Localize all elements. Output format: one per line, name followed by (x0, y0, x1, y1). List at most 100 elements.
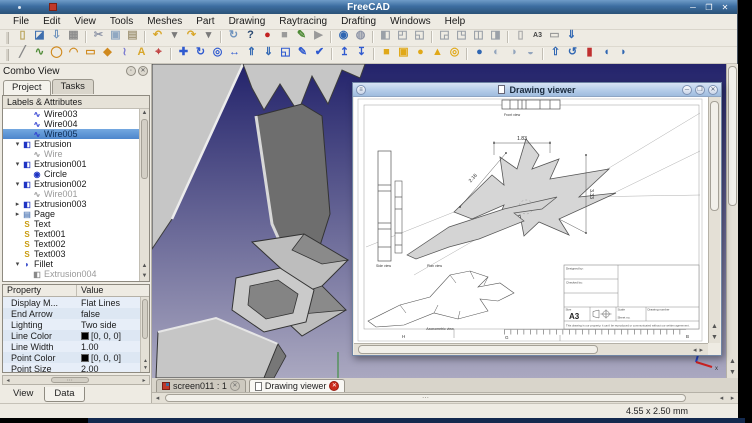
redo-icon[interactable]: ↷ (183, 28, 200, 43)
mdi-vscroll-thumb[interactable] (728, 66, 737, 206)
tree-item-extrusion002[interactable]: ▾◧Extrusion002 (3, 179, 139, 189)
window-menu-icon[interactable]: ≡ (356, 85, 366, 95)
tree-item-wire001[interactable]: ∿Wire001 (3, 189, 139, 199)
value-column-header[interactable]: Value (77, 285, 103, 296)
tab-close-icon[interactable]: ✕ (230, 381, 240, 391)
toolbar-grip[interactable] (6, 32, 9, 44)
maximize-button[interactable]: ❐ (695, 85, 705, 95)
property-row[interactable]: Point Size2.00 (3, 363, 140, 372)
draft-text-icon[interactable]: A (133, 45, 150, 60)
tree-scrollbar[interactable]: ▲ ▲ ▼ (139, 109, 149, 281)
tab-tasks[interactable]: Tasks (52, 79, 94, 94)
tree-item-text002[interactable]: SText002 (3, 239, 139, 249)
expander-icon[interactable]: ▸ (13, 210, 22, 218)
tree-item-wire003[interactable]: ∿Wire003 (3, 109, 139, 119)
close-button[interactable]: ✕ (708, 85, 718, 95)
view-rear-icon[interactable]: ◳ (453, 28, 470, 43)
scroll-left-icon[interactable]: ◂ (716, 394, 727, 402)
scroll-left-icon[interactable]: ◂ (3, 377, 13, 384)
refresh-icon[interactable]: ↻ (225, 28, 242, 43)
toolbar-grip[interactable] (6, 49, 9, 61)
cut-icon[interactable]: ✂ (90, 28, 107, 43)
tab-data[interactable]: Data (44, 387, 84, 402)
view-top-icon[interactable]: ◱ (411, 28, 428, 43)
paste-icon[interactable]: ▤ (124, 28, 141, 43)
tree-item-page[interactable]: ▸▤Page (3, 209, 139, 219)
export-page-icon[interactable]: ⇓ (563, 28, 580, 43)
drawing-sheet[interactable]: Front view (354, 97, 708, 343)
part-box-icon[interactable]: ■ (378, 45, 395, 60)
mdi-tab-screen011-1[interactable]: screen011 : 1✕ (156, 379, 246, 392)
expander-icon[interactable]: ▾ (13, 140, 22, 148)
print-icon[interactable]: ▦ (65, 28, 82, 43)
part-sphere-icon[interactable]: ● (412, 45, 429, 60)
part-cube-icon[interactable]: ▣ (395, 45, 412, 60)
part-common-icon[interactable]: ◐ (488, 45, 505, 60)
macro-record-icon[interactable]: ● (259, 28, 276, 43)
property-row[interactable]: Line Width1.00 (3, 341, 140, 352)
mdi-vscrollbar[interactable]: ▲ ▼ (726, 64, 738, 378)
part-cone-icon[interactable]: ▲ (429, 45, 446, 60)
view-axonometric-icon[interactable]: ◧ (377, 28, 394, 43)
tree-scroll-thumb[interactable] (141, 119, 148, 179)
part-section-icon[interactable]: ◒ (522, 45, 539, 60)
scroll-down-icon[interactable]: ▼ (727, 367, 738, 378)
scroll-down-icon[interactable]: ▼ (709, 332, 720, 343)
draft-move-icon[interactable]: ✚ (175, 45, 192, 60)
tab-close-icon[interactable]: ✕ (329, 381, 339, 391)
hscroll-thumb[interactable]: ⋯ (51, 377, 89, 383)
property-row[interactable]: Point Color[0, 0, 0] (3, 352, 140, 363)
property-scrollbar[interactable]: ▲▼ (140, 297, 149, 372)
macro-play-icon[interactable]: ▶ (310, 28, 327, 43)
whats-this-icon[interactable]: ? (242, 28, 259, 43)
draft-polygon-icon[interactable]: ◆ (99, 45, 116, 60)
part-extrude-icon[interactable]: ⇧ (547, 45, 564, 60)
title-bar[interactable]: FreeCAD ─ ❐ ✕ (0, 0, 737, 14)
property-hscrollbar[interactable]: ◂ ⋯ ▸ (2, 375, 150, 385)
property-value[interactable]: Two side (77, 320, 117, 330)
draft-offset-icon[interactable]: ◎ (209, 45, 226, 60)
open-file-icon[interactable]: ◪ (31, 28, 48, 43)
part-revolve-icon[interactable]: ↺ (564, 45, 581, 60)
draft-wire-icon[interactable]: ∿ (31, 45, 48, 60)
scroll-left-right-icons[interactable]: ◂▸ (693, 346, 706, 354)
view-front-icon[interactable]: ◰ (394, 28, 411, 43)
scroll-up-icon[interactable]: ▲ (709, 321, 720, 332)
zoom-fit-all-icon[interactable]: ◉ (335, 28, 352, 43)
mdi-hscrollbar[interactable]: ◂ ⋯ ◂ ▸ (152, 392, 738, 403)
property-value[interactable]: 2.00 (77, 364, 99, 373)
expander-icon[interactable]: ▾ (13, 180, 22, 188)
scroll-left-icon[interactable]: ◂ (152, 394, 163, 402)
draft-rotate-icon[interactable]: ↻ (192, 45, 209, 60)
draft-trimex-icon[interactable]: ↔ (226, 45, 243, 60)
property-row[interactable]: LightingTwo side (3, 319, 140, 330)
mdi-tab-drawing-viewer[interactable]: Drawing viewer✕ (249, 379, 346, 392)
new-drawing-sheet-icon[interactable]: ▯ (512, 28, 529, 43)
save-icon[interactable]: ⇩ (48, 28, 65, 43)
scroll-arrows[interactable]: ▲▼ (141, 358, 150, 372)
part-mirror-icon[interactable]: ▮ (581, 45, 598, 60)
property-row[interactable]: End Arrowfalse (3, 308, 140, 319)
display-mode-icon[interactable]: ↧ (353, 45, 370, 60)
scroll-right-icon[interactable]: ▸ (727, 394, 738, 402)
tree-item-text001[interactable]: SText001 (3, 229, 139, 239)
tree-item-wire[interactable]: ∿Wire (3, 149, 139, 159)
property-value[interactable]: false (77, 309, 100, 319)
part-torus-icon[interactable]: ◎ (446, 45, 463, 60)
tree-item-fillet[interactable]: ▾◗Fillet (3, 259, 139, 269)
tree-item-text003[interactable]: SText003 (3, 249, 139, 259)
view-left-icon[interactable]: ◨ (487, 28, 504, 43)
undo-dropdown-icon[interactable]: ▾ (166, 28, 183, 43)
close-button[interactable]: ✕ (719, 2, 731, 13)
property-value[interactable]: [0, 0, 0] (77, 353, 121, 363)
drawing-viewer-titlebar[interactable]: ≡ Drawing viewer ─ ❐ ✕ (353, 83, 721, 97)
construction-mode-icon[interactable]: ↥ (336, 45, 353, 60)
part-union-icon[interactable]: ● (471, 45, 488, 60)
draft-upgrade-icon[interactable]: ⇑ (243, 45, 260, 60)
scroll-up-icon[interactable]: ▲ (140, 262, 149, 271)
redo-dropdown-icon[interactable]: ▾ (200, 28, 217, 43)
property-column-header[interactable]: Property (3, 285, 77, 296)
minimize-button[interactable]: ─ (682, 85, 692, 95)
tree-item-wire004[interactable]: ∿Wire004 (3, 119, 139, 129)
part-fillet-icon[interactable]: ◖ (598, 45, 615, 60)
